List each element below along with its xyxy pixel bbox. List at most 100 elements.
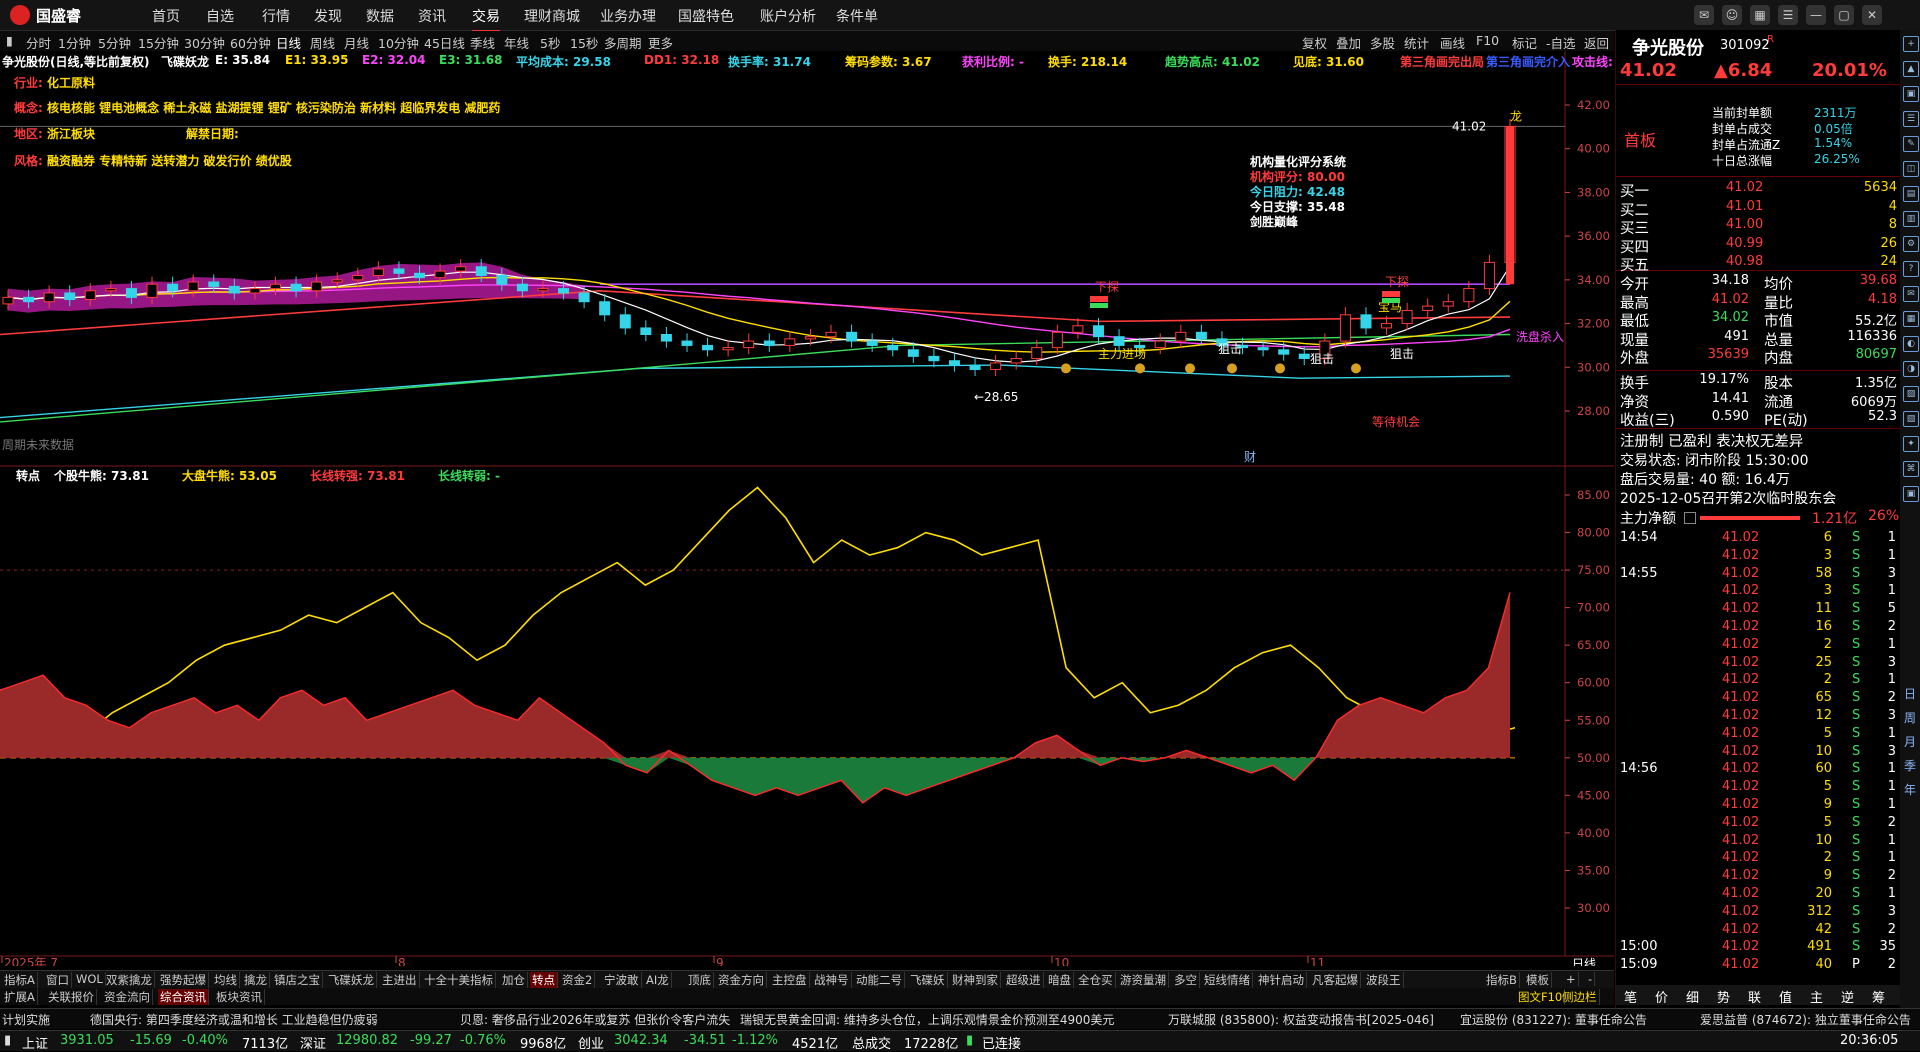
flow-toggle-icon[interactable] xyxy=(1684,512,1696,524)
indicator-tab[interactable]: 加仓 xyxy=(500,972,528,988)
side-tool-icon[interactable]: + xyxy=(1903,36,1919,52)
toolbar-button[interactable]: 叠加 xyxy=(1336,33,1361,52)
indicator-tab[interactable]: 飞碟妖 xyxy=(908,972,948,988)
panel-tab[interactable]: 联 xyxy=(1748,987,1761,1006)
tick-list[interactable]: 14:54 41.02 6 S 1 41.02 3 S 1 14:55 41.02 58 S 3 41.02… xyxy=(1616,530,1900,995)
period-tab[interactable]: 15分钟 xyxy=(138,33,179,52)
indicator-tab-right[interactable]: 模板 xyxy=(1524,972,1552,988)
indicator-tab-right[interactable]: - xyxy=(1586,972,1596,986)
sub-tab[interactable]: 资金流向 xyxy=(102,989,153,1005)
toolbar-button[interactable]: 统计 xyxy=(1404,33,1429,52)
side-tool-icon[interactable]: ✦ xyxy=(1903,436,1919,452)
indicator-tab[interactable]: 资金方向 xyxy=(716,972,767,988)
side-tool-icon[interactable]: ▧ xyxy=(1903,411,1919,427)
indicator-tab[interactable]: 暗盘 xyxy=(1046,972,1074,988)
side-tool-icon[interactable]: ▥ xyxy=(1903,211,1919,227)
sz-index-label[interactable]: 深证 xyxy=(300,1033,326,1052)
close-icon[interactable]: ✕ xyxy=(1862,5,1882,25)
indicator-tab[interactable]: 双紫擒龙 xyxy=(104,972,155,988)
period-tab[interactable]: 5秒 xyxy=(540,33,560,52)
news-item[interactable]: 贝恩: 奢侈品行业2026年或复苏 但张价令客户流失 xyxy=(460,1011,730,1028)
period-tab[interactable]: 日线 xyxy=(276,33,301,52)
side-tool-icon[interactable]: ◫ xyxy=(1903,161,1919,177)
toolbar-button[interactable]: F10 xyxy=(1476,33,1499,48)
indicator-tab[interactable]: 均线 xyxy=(212,972,240,988)
indicator-tab[interactable]: 窗口 xyxy=(44,972,72,988)
period-shortcut[interactable]: 周 xyxy=(1904,709,1916,726)
nav-item[interactable]: 条件单 xyxy=(836,6,878,26)
side-tool-icon[interactable]: ▦ xyxy=(1903,311,1919,327)
period-tab[interactable]: 5分钟 xyxy=(98,33,131,52)
settings-icon[interactable]: ☰ xyxy=(1778,5,1798,25)
panel-tab[interactable]: 逆 xyxy=(1841,987,1854,1006)
indicator-tab[interactable]: AI龙 xyxy=(644,972,672,988)
period-tab[interactable]: 45日线 xyxy=(424,33,465,52)
side-tool-icon[interactable]: ⚙ xyxy=(1903,236,1919,252)
indicator-tab[interactable]: 飞碟妖龙 xyxy=(326,972,377,988)
period-tab[interactable]: 15秒 xyxy=(570,33,598,52)
nav-item[interactable]: 账户分析 xyxy=(760,6,816,26)
nav-item[interactable]: 交易 xyxy=(472,6,500,32)
skin-icon[interactable]: ▦ xyxy=(1750,5,1770,25)
panel-tab[interactable]: 势 xyxy=(1717,987,1730,1006)
indicator-tab[interactable]: 镇店之宝 xyxy=(272,972,323,988)
period-tab[interactable]: 周线 xyxy=(310,33,335,52)
minimize-icon[interactable]: — xyxy=(1806,5,1826,25)
period-tab[interactable]: 30分钟 xyxy=(184,33,225,52)
bid-price[interactable]: 40.99 xyxy=(1726,236,1763,251)
toolbar-button[interactable]: -自选 xyxy=(1546,33,1576,52)
toolbar-button[interactable]: 标记 xyxy=(1512,33,1537,52)
indicator-tab[interactable]: 短线情绪 xyxy=(1202,972,1253,988)
side-tool-icon[interactable]: ▣ xyxy=(1903,86,1919,102)
toolbar-button[interactable]: 画线 xyxy=(1440,33,1465,52)
indicator-tab[interactable]: 转点 xyxy=(530,972,558,988)
side-tool-icon[interactable]: ▲ xyxy=(1903,61,1919,77)
bid-price[interactable]: 41.02 xyxy=(1726,180,1763,195)
side-tool-icon[interactable]: ✉ xyxy=(1903,286,1919,302)
nav-item[interactable]: 首页 xyxy=(152,6,180,26)
nav-item[interactable]: 业务办理 xyxy=(600,6,656,26)
sh-index-label[interactable]: 上证 xyxy=(22,1033,48,1052)
panel-tab[interactable]: 笔 xyxy=(1624,987,1637,1006)
chat-icon[interactable]: ☺ xyxy=(1722,5,1742,25)
side-tool-icon[interactable]: ⌘ xyxy=(1903,461,1919,477)
panel-tab[interactable]: 筹 xyxy=(1872,987,1885,1006)
nav-item[interactable]: 行情 xyxy=(262,6,290,26)
indicator-tab[interactable]: 凡客起爆 xyxy=(1310,972,1361,988)
side-tool-icon[interactable]: ▣ xyxy=(1903,486,1919,502)
indicator-tab-right[interactable]: 指标B xyxy=(1484,972,1520,988)
news-item[interactable]: 瑞银无畏黄金回调: 维持多头仓位，上调乐观情景金价预测至4900美元 xyxy=(740,1011,1114,1028)
news-item[interactable]: 宜运股份 (831227): 董事任命公告 xyxy=(1460,1011,1647,1028)
indicator-tab[interactable]: 主进出 xyxy=(380,972,420,988)
indicator-tab[interactable]: 顶底 xyxy=(686,972,714,988)
indicator-tab[interactable]: 宁波敢 xyxy=(602,972,642,988)
period-list-icon[interactable]: ▮ xyxy=(6,33,13,48)
indicator-tab[interactable]: 多空 xyxy=(1172,972,1200,988)
indicator-tab[interactable]: 资金2 xyxy=(560,972,596,988)
period-shortcut[interactable]: 日 xyxy=(1904,685,1916,702)
period-tab[interactable]: 月线 xyxy=(344,33,369,52)
side-tool-icon[interactable]: ☰ xyxy=(1903,111,1919,127)
sub-tab[interactable]: 综合资讯 xyxy=(158,989,209,1005)
indicator-tab[interactable]: 游资量潮 xyxy=(1118,972,1169,988)
period-shortcut[interactable]: 季 xyxy=(1904,757,1916,774)
panel-tab[interactable]: 值 xyxy=(1779,987,1792,1006)
kline-chart[interactable]: 42.00 40.00 38.00 36.00 34.00 32.00 30.00 28.00… xyxy=(0,51,1614,966)
period-tab[interactable]: 10分钟 xyxy=(378,33,419,52)
indicator-tab[interactable]: 主控盘 xyxy=(770,972,810,988)
indicator-tab[interactable]: WOL xyxy=(74,972,106,986)
indicator-tab[interactable]: 全仓买 xyxy=(1076,972,1116,988)
indicator-tab[interactable]: 超级进 xyxy=(1004,972,1044,988)
indicator-tab[interactable]: 波段王 xyxy=(1364,972,1404,988)
bid-price[interactable]: 41.01 xyxy=(1726,199,1763,214)
toolbar-button[interactable]: 返回 xyxy=(1584,33,1609,52)
nav-item[interactable]: 自选 xyxy=(206,6,234,26)
news-item[interactable]: 爱思益普 (874672): 独立董事任命公告 xyxy=(1700,1011,1911,1028)
toolbar-button[interactable]: 多股 xyxy=(1370,33,1395,52)
period-tab[interactable]: 多周期 xyxy=(604,33,642,52)
news-item[interactable]: 德国央行: 第四季度经济或温和增长 工业趋稳但仍疲弱 xyxy=(90,1011,378,1028)
news-item[interactable]: 计划实施 xyxy=(2,1011,50,1028)
nav-item[interactable]: 数据 xyxy=(366,6,394,26)
indicator-tab-right[interactable]: + xyxy=(1564,972,1579,986)
panel-tab[interactable]: 价 xyxy=(1655,987,1668,1006)
